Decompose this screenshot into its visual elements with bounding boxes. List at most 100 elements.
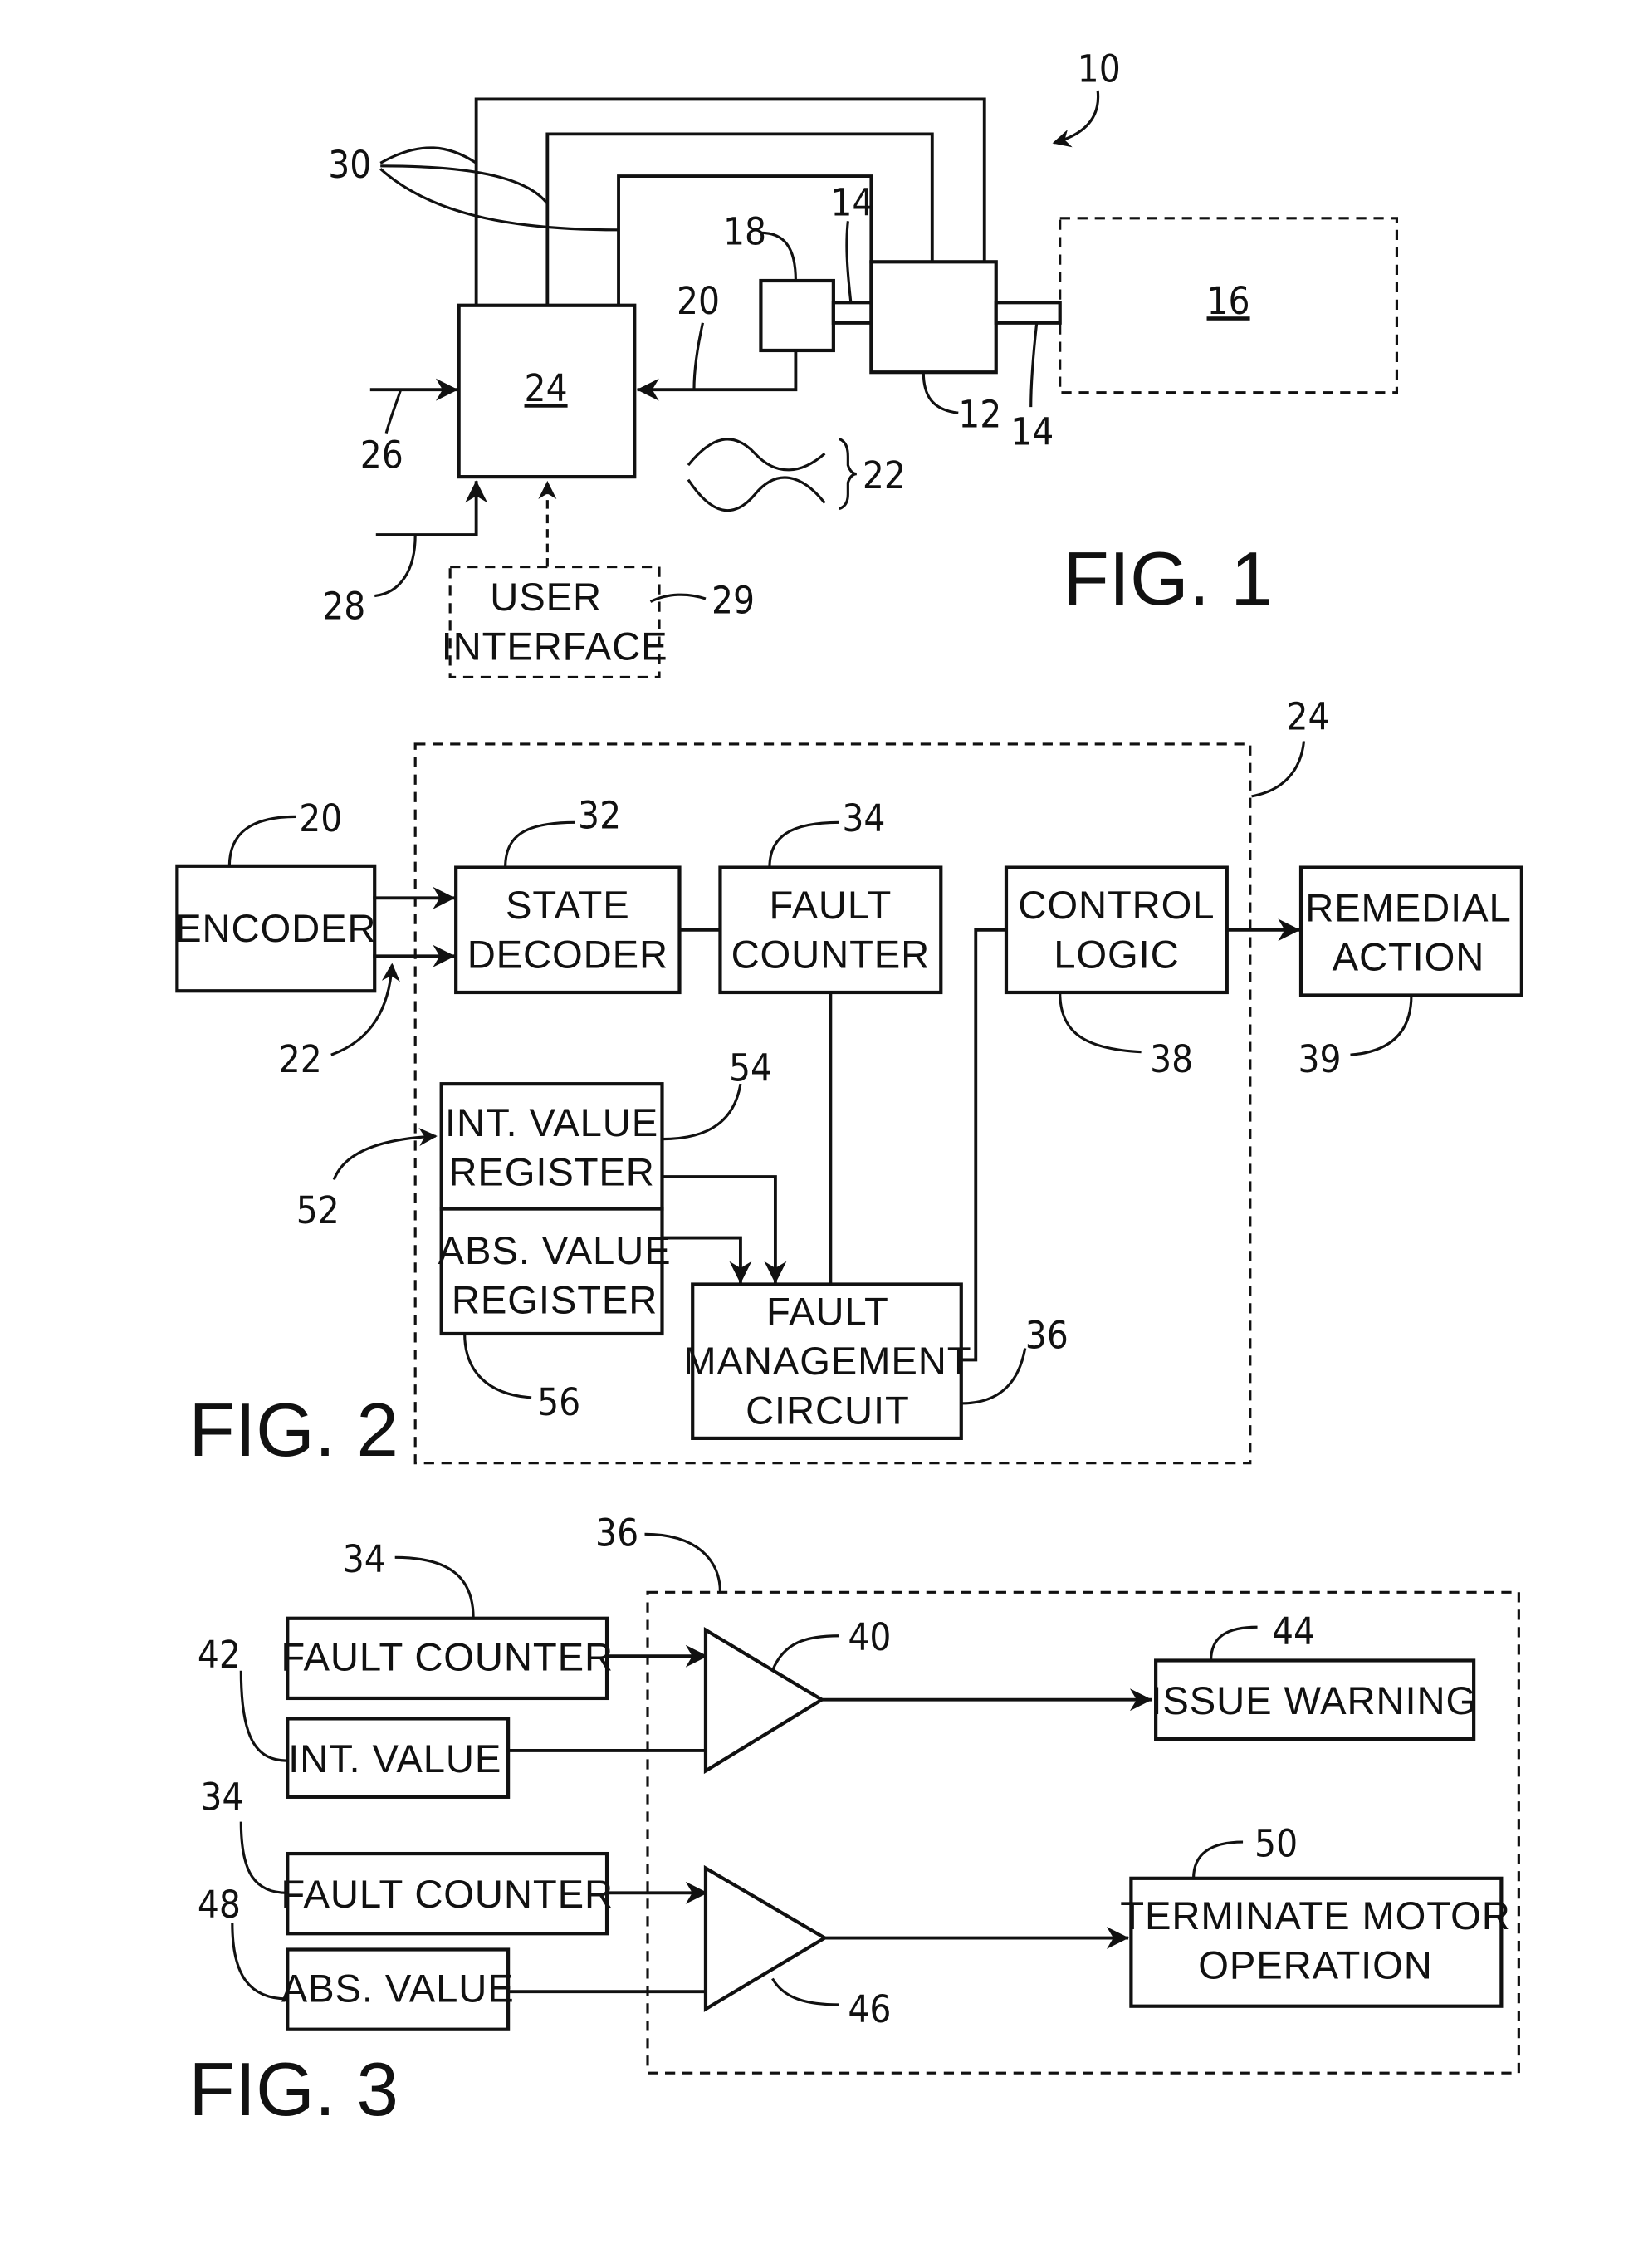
leader-52 — [332, 1128, 438, 1181]
ref-10: 10 — [1078, 47, 1121, 91]
leader-46 — [771, 1977, 839, 2006]
leader-10 — [1052, 90, 1100, 148]
patent-drawing-sheet: 30 10 24 18 14 12 14 16 20 26 28 USER IN… — [175, 47, 1523, 2132]
ref-22: 22 — [863, 453, 906, 497]
brace-22 — [839, 438, 857, 511]
ref-56: 56 — [537, 1380, 580, 1424]
leader-56 — [463, 1333, 532, 1399]
input-28-line — [375, 480, 488, 537]
fault-counter-label-line2: COUNTER — [731, 933, 931, 977]
shaft-segment-1 — [831, 301, 876, 325]
abs-value-register-label-line1: ABS. VALUE — [438, 1229, 672, 1273]
leader-54 — [662, 1083, 742, 1141]
ref-46: 46 — [848, 1987, 891, 2031]
ref-34-fig3-a: 34 — [343, 1537, 386, 1581]
abs-register-to-fmc-arrow — [660, 1236, 752, 1284]
leader-20-fig2 — [227, 815, 296, 866]
leader-29 — [649, 593, 707, 603]
comparator-40 — [703, 1627, 825, 1775]
leader-28 — [374, 535, 417, 598]
ref-20: 20 — [677, 279, 720, 323]
int-value-register-label-line2: REGISTER — [448, 1151, 654, 1195]
leader-48 — [231, 1923, 288, 2001]
leader-39 — [1350, 995, 1413, 1056]
ref-39: 39 — [1298, 1037, 1342, 1081]
leader-36-fig3 — [644, 1532, 722, 1593]
fault-counter-label-line1: FAULT — [769, 884, 892, 928]
leader-42 — [239, 1670, 288, 1762]
waveform-b — [687, 476, 826, 512]
encoder-feedback-line — [636, 349, 798, 401]
fault-counter-2-label: FAULT COUNTER — [281, 1873, 614, 1917]
leader-12 — [922, 372, 959, 414]
ref-22-fig2: 22 — [279, 1037, 322, 1081]
shaft-segment-2 — [994, 301, 1062, 325]
int-value-register-label-line1: INT. VALUE — [445, 1101, 658, 1145]
ref-34-fig2: 34 — [842, 796, 885, 840]
ref-48: 48 — [198, 1883, 241, 1927]
state-decoder-label-line2: DECODER — [467, 933, 668, 977]
ref-30: 30 — [328, 143, 371, 187]
encoder-label: ENCODER — [175, 907, 376, 951]
leader-34-fig3-a — [394, 1555, 475, 1619]
ref-12: 12 — [958, 393, 1001, 437]
ref-26: 26 — [360, 434, 403, 478]
fmc-label-line1: FAULT — [766, 1290, 889, 1334]
fmc-to-control-logic-link — [959, 928, 1008, 1362]
figure-1-title: FIG. 1 — [1063, 537, 1273, 621]
remedial-action-label-line2: ACTION — [1333, 936, 1485, 980]
ref-32: 32 — [578, 793, 621, 837]
figure-2-title: FIG. 2 — [188, 1389, 399, 1472]
ref-54: 54 — [729, 1046, 772, 1090]
ref-20-fig2: 20 — [299, 796, 342, 840]
leader-26 — [384, 389, 403, 434]
control-logic-label-line2: LOGIC — [1054, 933, 1179, 977]
leader-14-top — [845, 221, 853, 303]
figure-3: 36 FAULT COUNTER 34 INT. VALUE 42 40 ISS… — [188, 1511, 1520, 2132]
leader-20 — [692, 322, 705, 390]
ref-16: 16 — [1207, 279, 1250, 323]
encoder-block — [759, 278, 835, 353]
abs-value-register-label-line2: REGISTER — [452, 1278, 658, 1322]
user-interface-label-line1: USER — [490, 576, 602, 620]
ref-52: 52 — [296, 1188, 340, 1232]
ref-24-fig2: 24 — [1287, 694, 1330, 738]
ref-40: 40 — [848, 1615, 891, 1659]
user-interface-label-line2: INTERFACE — [442, 625, 668, 669]
leader-34-fig2 — [768, 820, 839, 868]
ref-36-fig3: 36 — [595, 1511, 638, 1555]
fmc-label-line2: MANAGEMENT — [683, 1340, 971, 1384]
figure-1: 30 10 24 18 14 12 14 16 20 26 28 USER IN… — [322, 47, 1399, 679]
leader-14-bottom — [1029, 322, 1039, 408]
ref-14-top: 14 — [830, 180, 873, 224]
leader-32 — [504, 820, 575, 868]
ref-44: 44 — [1272, 1609, 1315, 1653]
state-decoder-label-line1: STATE — [506, 884, 630, 928]
ref-42: 42 — [198, 1633, 241, 1677]
leader-30-a — [379, 146, 477, 164]
terminate-label-line2: OPERATION — [1198, 1943, 1432, 1987]
comparator-46 — [703, 1864, 829, 2012]
ref-34-fig3-b: 34 — [200, 1776, 243, 1820]
fault-counter-1-label: FAULT COUNTER — [281, 1636, 614, 1680]
ref-29: 29 — [712, 579, 755, 623]
leader-24-fig2 — [1251, 741, 1306, 798]
fmc-label-line3: CIRCUIT — [746, 1389, 910, 1433]
leader-44 — [1210, 1625, 1258, 1661]
terminate-label-line1: TERMINATE MOTOR — [1120, 1894, 1510, 1938]
int-value-label: INT. VALUE — [288, 1737, 501, 1781]
leader-50 — [1192, 1840, 1244, 1879]
ref-50: 50 — [1254, 1822, 1298, 1866]
remedial-action-label-line1: REMEDIAL — [1305, 886, 1511, 930]
figure-2: 24 ENCODER 20 22 STATE DECODER 32 FAULT … — [175, 694, 1523, 1472]
ref-18: 18 — [723, 209, 766, 253]
abs-value-label: ABS. VALUE — [281, 1967, 515, 2011]
issue-warning-label: ISSUE WARNING — [1151, 1679, 1477, 1723]
motor-block — [869, 260, 998, 375]
control-logic-label-line1: CONTROL — [1018, 884, 1215, 928]
ref-24: 24 — [525, 366, 568, 410]
figure-3-title: FIG. 3 — [188, 2048, 399, 2132]
ref-36-fig2: 36 — [1025, 1313, 1069, 1357]
leader-30-b — [380, 164, 549, 205]
ref-38: 38 — [1150, 1037, 1193, 1081]
